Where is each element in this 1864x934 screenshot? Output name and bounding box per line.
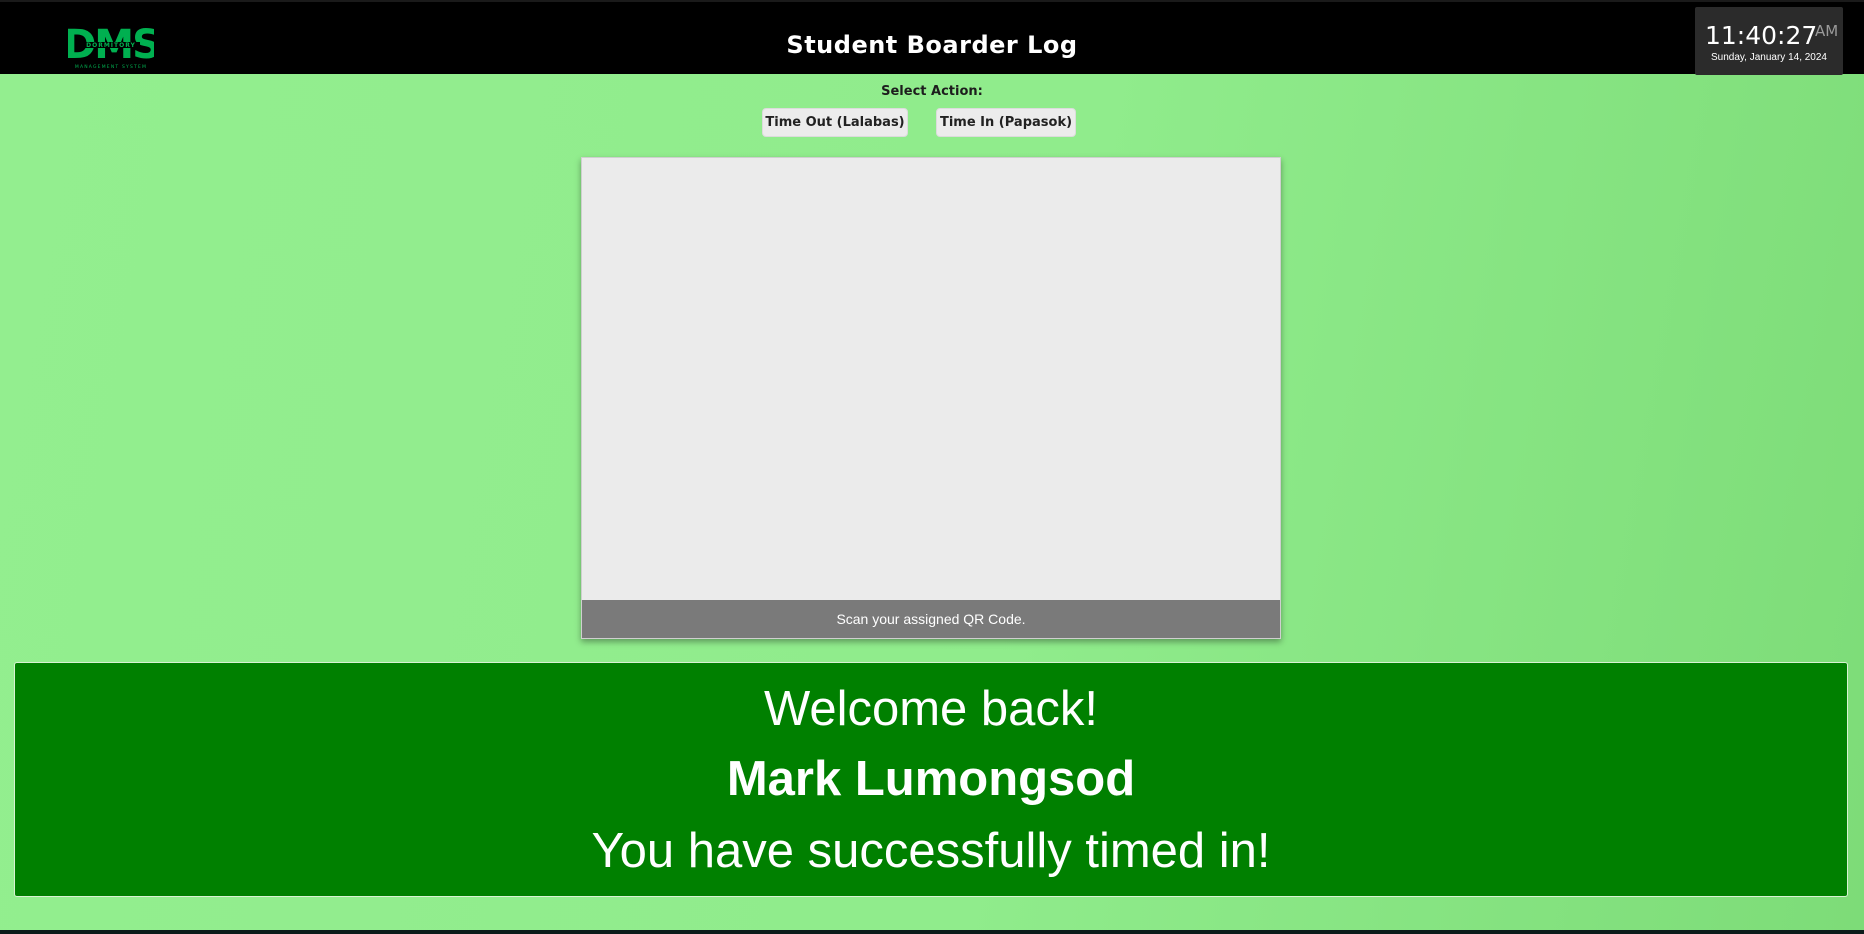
scanner-caption: Scan your assigned QR Code. [582, 600, 1280, 638]
top-header-bar: DMS DORMITORY MANAGEMENT SYSTEM Student … [0, 0, 1864, 75]
success-message-panel: Welcome back! Mark Lumongsod You have su… [14, 662, 1848, 897]
select-action-label: Select Action: [881, 84, 983, 99]
time-in-button[interactable]: Time In (Papasok) [936, 108, 1076, 137]
clock-widget: 11:40:27 AM Sunday, January 14, 2024 [1695, 7, 1843, 75]
page-title: Student Boarder Log [786, 31, 1078, 59]
clock-date: Sunday, January 14, 2024 [1710, 52, 1827, 63]
welcome-greeting: Welcome back! [763, 682, 1099, 736]
clock-ampm: AM [1815, 22, 1839, 40]
student-name: Mark Lumongsod [726, 752, 1136, 806]
clock-time: 11:40:27 [1705, 21, 1818, 50]
bottom-edge-strip [0, 930, 1864, 934]
time-out-button[interactable]: Time Out (Lalabas) [762, 108, 908, 137]
status-message: You have successfully timed in! [591, 824, 1271, 878]
qr-scanner-view: Scan your assigned QR Code. [581, 157, 1281, 639]
